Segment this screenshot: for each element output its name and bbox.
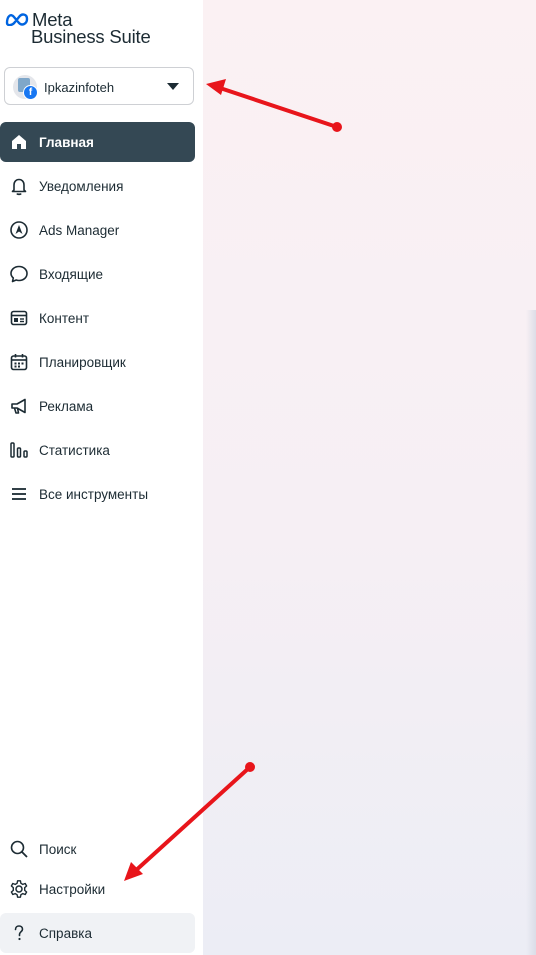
megaphone-icon <box>11 398 26 414</box>
nav-item-planner[interactable]: Планировщик <box>0 342 195 382</box>
sidebar: Meta Business Suite f Ipkazinfoteh Главн… <box>0 0 203 955</box>
nav-item-ads[interactable]: Реклама <box>0 386 195 426</box>
nav-item-label: Контент <box>39 311 90 326</box>
help-icon <box>14 925 24 941</box>
nav-item-label: Ads Manager <box>39 223 120 238</box>
account-name: Ipkazinfoteh <box>44 80 115 95</box>
caret-down-icon <box>167 83 179 90</box>
nav-item-label: Планировщик <box>39 355 126 370</box>
nav-item-ads-manager[interactable]: Ads Manager <box>0 210 195 250</box>
logo-text-business-suite: Business Suite <box>31 26 151 47</box>
home-icon <box>12 135 26 149</box>
annotation-arrow-account <box>206 79 342 132</box>
nav-item-search[interactable]: Поиск <box>0 829 195 869</box>
nav-item-label: Справка <box>39 926 92 941</box>
menu-icon <box>12 488 26 500</box>
ads-manager-icon <box>10 221 28 239</box>
nav-item-home[interactable]: Главная <box>0 122 195 162</box>
bottom-nav: Поиск Настройки Справка <box>0 829 203 953</box>
main-nav: Главная Уведомления Ads Manager Входящие <box>0 122 203 518</box>
nav-item-label: Главная <box>39 135 94 150</box>
bar-chart-icon <box>10 442 28 458</box>
facebook-badge-icon: f <box>23 85 38 100</box>
calendar-icon <box>10 354 28 371</box>
search-icon <box>10 840 28 858</box>
meta-business-suite-logo[interactable]: Meta Business Suite <box>5 10 175 50</box>
nav-item-label: Все инструменты <box>39 487 149 502</box>
nav-item-label: Уведомления <box>39 179 124 194</box>
content-edge-shadow <box>526 310 536 955</box>
nav-item-label: Входящие <box>39 267 104 282</box>
nav-item-settings[interactable]: Настройки <box>0 869 195 909</box>
nav-item-label: Поиск <box>39 842 77 857</box>
nav-item-content[interactable]: Контент <box>0 298 195 338</box>
nav-item-notifications[interactable]: Уведомления <box>0 166 195 206</box>
gear-icon <box>10 880 28 898</box>
account-selector[interactable]: f Ipkazinfoteh <box>4 67 194 105</box>
nav-item-label: Статистика <box>39 443 110 458</box>
nav-item-label: Реклама <box>39 399 94 414</box>
chat-bubble-icon <box>10 265 28 283</box>
content-icon <box>10 310 28 326</box>
nav-item-inbox[interactable]: Входящие <box>0 254 195 294</box>
meta-logo-icon <box>5 13 29 26</box>
nav-item-all-tools[interactable]: Все инструменты <box>0 474 195 514</box>
nav-item-label: Настройки <box>39 882 106 897</box>
nav-item-statistics[interactable]: Статистика <box>0 430 195 470</box>
nav-item-help[interactable]: Справка <box>0 913 195 953</box>
bell-icon <box>11 178 27 196</box>
